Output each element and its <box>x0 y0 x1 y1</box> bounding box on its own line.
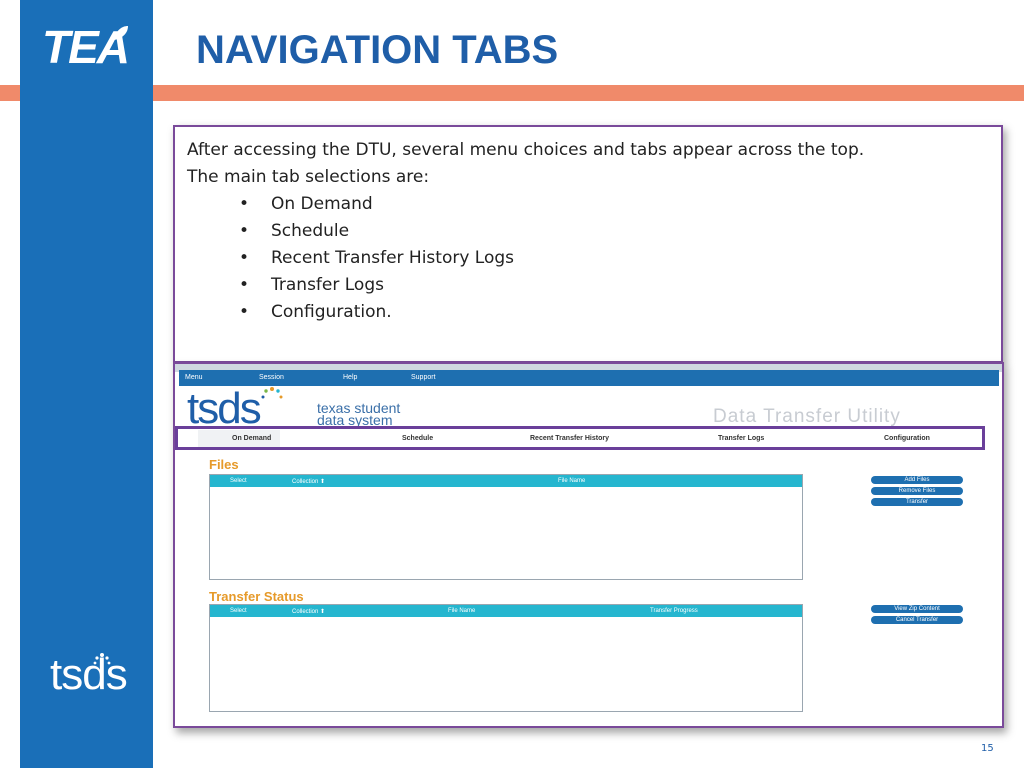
column-header[interactable]: Transfer Progress <box>650 608 698 614</box>
column-header[interactable]: Collection ⬆ <box>292 478 325 485</box>
description-box: After accessing the DTU, several menu ch… <box>173 125 1003 363</box>
tagline-line-2: data system <box>317 412 393 428</box>
transfer-button[interactable]: Transfer <box>871 498 963 506</box>
menu-bar: Menu Session Help Support <box>179 370 999 386</box>
list-item: Schedule <box>235 218 989 245</box>
files-grid-header: Select Collection ⬆ File Name <box>210 475 802 487</box>
orange-stripe <box>0 85 1024 101</box>
column-header[interactable]: File Name <box>448 608 475 614</box>
column-header[interactable]: Select <box>230 478 247 484</box>
tsds-tagline: texas student data system <box>317 401 400 428</box>
transfer-grid[interactable]: Select Collection ⬆ File Name Transfer P… <box>209 604 803 712</box>
list-item: Transfer Logs <box>235 272 989 299</box>
tab-list: On Demand Schedule Recent Transfer Histo… <box>235 191 989 326</box>
view-zip-content-button[interactable]: View Zip Content <box>871 605 963 613</box>
files-grid[interactable]: Select Collection ⬆ File Name <box>209 474 803 580</box>
list-item: On Demand <box>235 191 989 218</box>
tab-configuration[interactable]: Configuration <box>884 435 930 442</box>
tsds-footer-logo: tsds <box>50 650 128 699</box>
cancel-transfer-button[interactable]: Cancel Transfer <box>871 616 963 624</box>
intro-line-2: The main tab selections are: <box>187 167 430 187</box>
tab-on-demand[interactable]: On Demand <box>232 435 271 442</box>
column-header[interactable]: Select <box>230 608 247 614</box>
tab-bar: On Demand Schedule Recent Transfer Histo… <box>175 426 985 450</box>
tab-recent-transfer-history[interactable]: Recent Transfer History <box>530 435 609 442</box>
intro-line: After accessing the DTU, several menu ch… <box>187 140 865 160</box>
add-files-button[interactable]: Add Files <box>871 476 963 484</box>
transfer-grid-header: Select Collection ⬆ File Name Transfer P… <box>210 605 802 617</box>
column-header[interactable]: Collection ⬆ <box>292 608 325 615</box>
tab-schedule[interactable]: Schedule <box>402 435 433 442</box>
transfer-status-heading: Transfer Status <box>209 589 304 604</box>
tab-transfer-logs[interactable]: Transfer Logs <box>718 435 764 442</box>
menu-item-support[interactable]: Support <box>411 374 436 381</box>
page-number: 15 <box>981 743 994 754</box>
page-title: NAVIGATION TABS <box>196 28 559 72</box>
stripe-sidebar-overlap <box>20 85 153 101</box>
menu-item-help[interactable]: Help <box>343 374 357 381</box>
files-heading: Files <box>209 457 239 472</box>
remove-files-button[interactable]: Remove Files <box>871 487 963 495</box>
tsds-dots-icon <box>93 653 111 665</box>
dtu-screenshot: Menu Session Help Support tsds texas stu… <box>173 362 1004 728</box>
menu-item-menu[interactable]: Menu <box>185 374 203 381</box>
list-item: Recent Transfer History Logs <box>235 245 989 272</box>
menu-item-session[interactable]: Session <box>259 374 284 381</box>
list-item: Configuration. <box>235 299 989 326</box>
leaf-icon <box>114 26 128 40</box>
app-title: Data Transfer Utility <box>713 406 901 427</box>
column-header[interactable]: File Name <box>558 478 585 484</box>
tsds-dots-icon <box>261 387 283 399</box>
